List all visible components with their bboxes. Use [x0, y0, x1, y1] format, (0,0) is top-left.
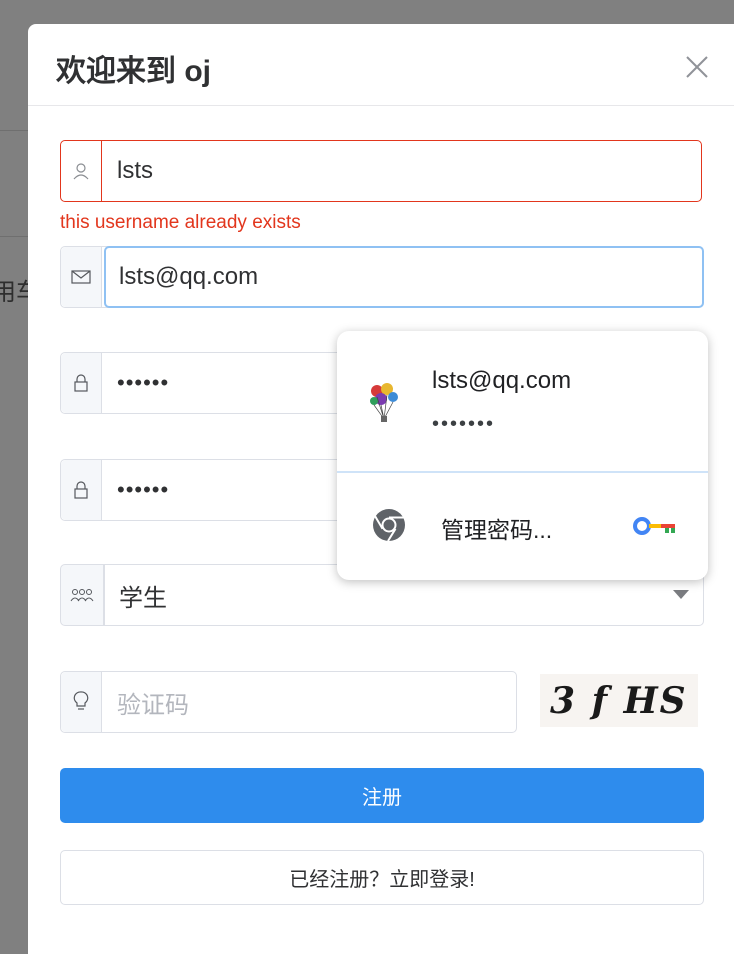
email-input[interactable]: lsts@qq.com: [119, 248, 258, 306]
captcha-field[interactable]: 验证码: [60, 671, 517, 733]
mail-icon: [61, 247, 102, 307]
dialog-header: 欢迎来到 oj: [28, 24, 734, 106]
key-icon: [633, 517, 675, 535]
username-field[interactable]: lsts: [60, 140, 702, 202]
balloon-icon: [370, 383, 398, 422]
lock-icon: [61, 460, 102, 520]
captcha-image[interactable]: 3 f HS: [540, 674, 698, 727]
email-input-focused[interactable]: lsts@qq.com: [104, 246, 704, 308]
manage-passwords-item[interactable]: 管理密码...: [441, 511, 552, 545]
lightbulb-icon: [61, 672, 102, 732]
autofill-popup: lsts@qq.com ••••••• 管理密码...: [337, 331, 708, 580]
chrome-icon: [373, 509, 405, 542]
autofill-username[interactable]: lsts@qq.com: [432, 367, 571, 395]
password-input[interactable]: ••••••: [117, 353, 169, 413]
users-icon: [60, 564, 104, 626]
autofill-divider: [337, 471, 708, 473]
role-select-value: 学生: [119, 584, 167, 612]
autofill-caret: [368, 313, 404, 331]
captcha-input[interactable]: 验证码: [117, 672, 189, 732]
lock-icon: [61, 353, 102, 413]
dialog-title: 欢迎来到 oj: [56, 55, 211, 88]
user-icon: [61, 141, 102, 201]
chevron-down-icon[interactable]: [673, 590, 689, 599]
close-icon[interactable]: [684, 54, 710, 80]
autofill-password[interactable]: •••••••: [432, 413, 495, 436]
login-link-button[interactable]: 已经注册？立即登录!: [60, 850, 704, 905]
username-input[interactable]: lsts: [117, 141, 153, 201]
username-error: this username already exists: [60, 212, 301, 233]
background-panel: [0, 130, 30, 237]
confirm-password-input[interactable]: ••••••: [117, 460, 169, 520]
register-button[interactable]: 注册: [60, 768, 704, 823]
